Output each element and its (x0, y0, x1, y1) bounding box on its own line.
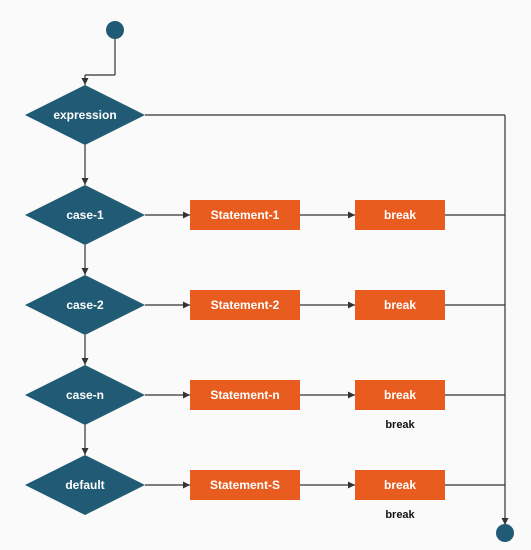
break2-node: break (355, 290, 445, 320)
stmts-node: Statement-S (190, 470, 300, 500)
stmts-label: Statement-S (210, 478, 280, 492)
flowchart-diagram: expression case-1 case-2 case-n default … (0, 0, 531, 550)
end-node (496, 524, 514, 542)
expression-node: expression (25, 85, 145, 145)
stmt2-node: Statement-2 (190, 290, 300, 320)
casen-label: case-n (66, 388, 104, 402)
breakn-label: break (384, 388, 416, 402)
default-node: default (25, 455, 145, 515)
breakn-node: break (355, 380, 445, 410)
break2-label: break (384, 298, 416, 312)
start-node (106, 21, 124, 39)
stmt2-label: Statement-2 (211, 298, 280, 312)
break-edge-label-1: break (385, 419, 415, 431)
case2-node: case-2 (25, 275, 145, 335)
case1-node: case-1 (25, 185, 145, 245)
expression-label: expression (53, 108, 116, 122)
breaks-label: break (384, 478, 416, 492)
break-edge-label-2: break (385, 509, 415, 521)
case1-label: case-1 (66, 208, 104, 222)
stmtn-node: Statement-n (190, 380, 300, 410)
casen-node: case-n (25, 365, 145, 425)
stmtn-label: Statement-n (210, 388, 279, 402)
breaks-node: break (355, 470, 445, 500)
default-label: default (65, 478, 104, 492)
case2-label: case-2 (66, 298, 104, 312)
break1-label: break (384, 208, 416, 222)
stmt1-label: Statement-1 (211, 208, 280, 222)
stmt1-node: Statement-1 (190, 200, 300, 230)
break1-node: break (355, 200, 445, 230)
